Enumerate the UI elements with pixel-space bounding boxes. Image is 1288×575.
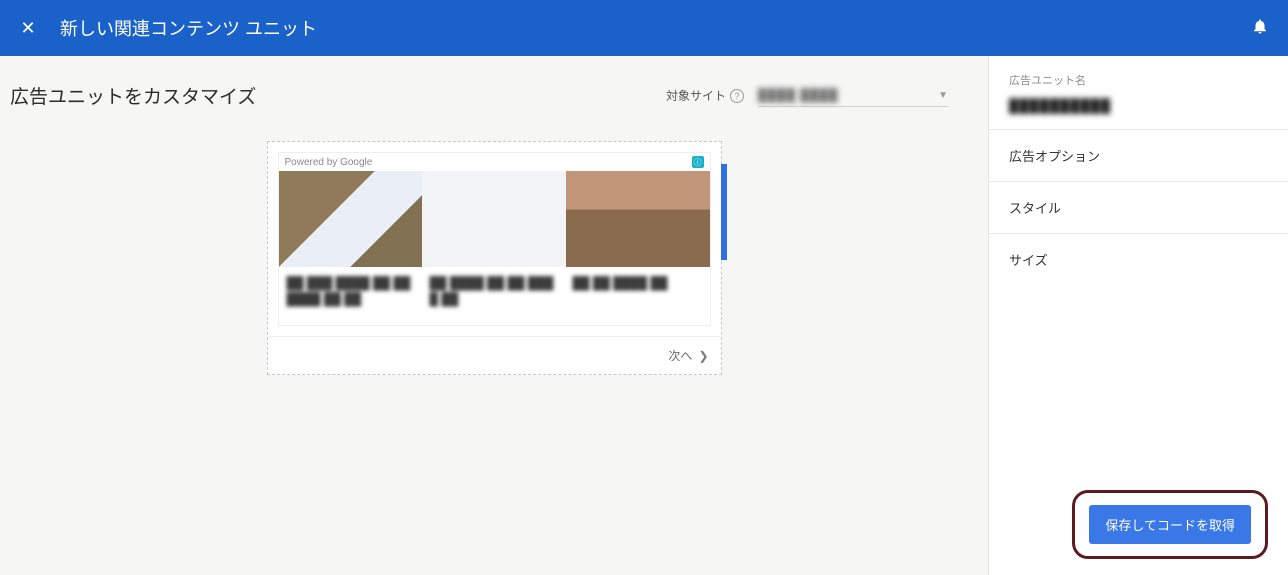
next-label: 次へ <box>668 347 692 364</box>
main-panel: 広告ユニットをカスタマイズ 対象サイト ? ████ ████ ▼ Powere… <box>0 56 988 575</box>
sidebar-item-size[interactable]: サイズ <box>989 233 1288 285</box>
preview-thumb <box>566 171 710 267</box>
header-bar: ✕ 新しい関連コンテンツ ユニット <box>0 0 1288 56</box>
help-icon[interactable]: ? <box>730 89 744 103</box>
page-title: 新しい関連コンテンツ ユニット <box>60 15 317 41</box>
preview-caption: ██ ████ ██ ██ ████ ██ <box>430 275 559 307</box>
unit-name-label: 広告ユニット名 <box>1009 72 1268 88</box>
preview-thumb <box>279 171 423 267</box>
customize-heading: 広告ユニットをカスタマイズ <box>10 82 256 109</box>
preview-thumbnails <box>279 171 710 267</box>
chevron-right-icon: ❯ <box>698 349 708 363</box>
chevron-down-icon: ▼ <box>938 90 948 101</box>
save-and-get-code-button[interactable]: 保存してコードを取得 <box>1089 505 1251 544</box>
ad-preview-card: Powered by Google ⓘ ██ ███ ████ ██ █████… <box>267 141 722 375</box>
target-site-label: 対象サイト <box>666 87 726 104</box>
adchoices-icon[interactable]: ⓘ <box>692 156 704 168</box>
sidebar-item-style[interactable]: スタイル <box>989 181 1288 233</box>
powered-by-label: Powered by Google <box>285 157 373 168</box>
unit-name-value[interactable]: ██████████ <box>1009 98 1268 113</box>
target-site-select[interactable]: ████ ████ ▼ <box>758 84 948 107</box>
preview-caption: ██ ██ ████ ██ <box>573 275 702 307</box>
save-highlight-frame: 保存してコードを取得 <box>1072 490 1268 559</box>
notification-bell-icon[interactable] <box>1248 17 1272 40</box>
sidebar-item-ad-options[interactable]: 広告オプション <box>989 129 1288 181</box>
target-site-value: ████ ████ <box>758 88 838 102</box>
target-site-row: 対象サイト ? ████ ████ ▼ <box>666 84 948 107</box>
preview-thumb <box>422 171 566 267</box>
preview-caption: ██ ███ ████ ██ ██████ ██ ██ <box>287 275 416 307</box>
next-button[interactable]: 次へ ❯ <box>268 336 721 374</box>
scroll-handle[interactable] <box>721 164 727 260</box>
settings-sidebar: 広告ユニット名 ██████████ 広告オプション スタイル サイズ 保存して… <box>988 56 1288 575</box>
close-icon[interactable]: ✕ <box>16 18 40 39</box>
